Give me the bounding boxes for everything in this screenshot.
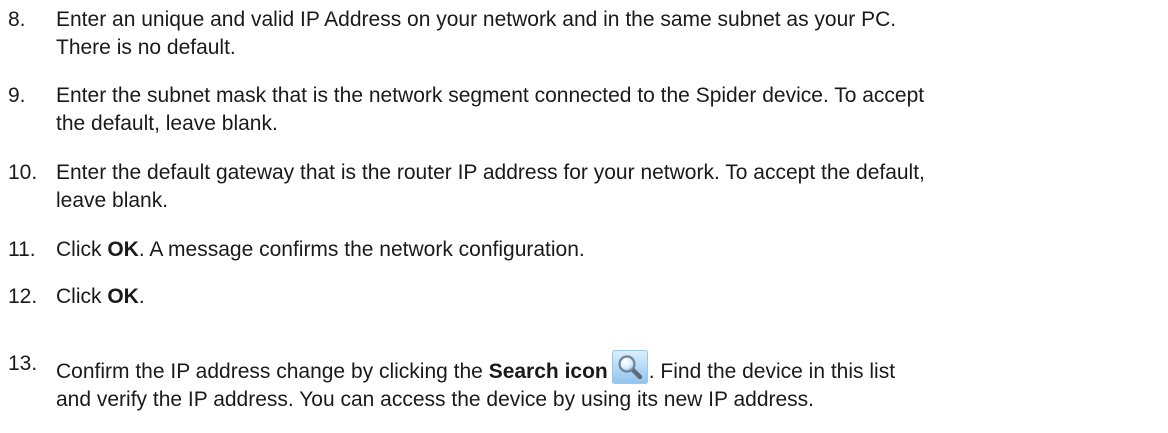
ok-label: OK <box>107 238 139 261</box>
step-number: 13. <box>8 352 38 375</box>
step-text: Enter an unique and valid IP Address on … <box>56 6 1160 62</box>
step-line: the default, leave blank. <box>56 112 278 135</box>
instruction-document: 8. Enter an unique and valid IP Address … <box>0 0 1168 433</box>
step-line: Enter an unique and valid IP Address on … <box>56 8 897 31</box>
ok-label: OK <box>107 285 139 308</box>
step-suffix: . <box>138 285 145 308</box>
step-line: and verify the IP address. You can acces… <box>56 388 815 411</box>
step-line: Confirm the IP address change by clickin… <box>56 350 1160 386</box>
step-number: 11. <box>8 238 36 261</box>
step-text: Click OK. <box>56 283 1160 311</box>
search-icon-label: Search icon <box>488 360 608 383</box>
step-number: 9. <box>8 84 26 107</box>
step-suffix: . A message confirms the network configu… <box>138 238 585 261</box>
step-text: Click OK. A message confirms the network… <box>56 236 1160 264</box>
step-suffix: . Find the device in this list <box>648 360 896 383</box>
step-text: Confirm the IP address change by clickin… <box>56 350 1160 414</box>
step-number: 10. <box>8 161 38 184</box>
step-number: 8. <box>8 8 26 31</box>
step-prefix: Click <box>56 238 108 261</box>
step-number: 12. <box>8 285 38 308</box>
step-prefix: Click <box>56 285 108 308</box>
step-line: Enter the subnet mask that is the networ… <box>56 84 925 107</box>
step-text: Enter the default gateway that is the ro… <box>56 159 1160 215</box>
step-line: Enter the default gateway that is the ro… <box>56 161 925 184</box>
step-prefix: Confirm the IP address change by clickin… <box>56 360 489 383</box>
step-text: Enter the subnet mask that is the networ… <box>56 82 1160 138</box>
step-line: leave blank. <box>56 189 169 212</box>
search-icon <box>611 350 648 384</box>
step-line: There is no default. <box>56 36 236 59</box>
